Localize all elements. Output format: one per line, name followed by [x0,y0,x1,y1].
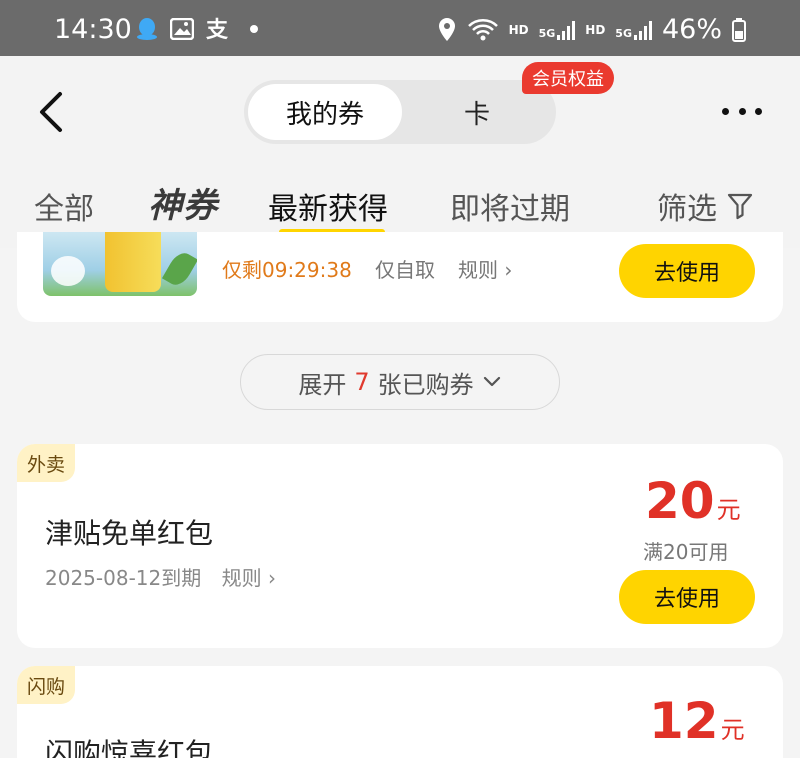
usage-condition: 满20可用 [643,540,729,564]
coupon-category-tag: 外卖 [17,444,76,482]
tab-all[interactable]: 全部 [34,184,94,228]
use-button[interactable]: 去使用 [619,244,755,298]
coupon-amount: 12 元 [649,692,745,750]
hd-label-1: HD [508,22,529,37]
funnel-icon [727,193,753,220]
amount-value: 20 [645,472,715,530]
more-dot [722,107,729,115]
gallery-icon [170,18,194,40]
pickup-only-label: 仅自取 [375,258,435,282]
expand-suffix: 张已购券 [377,370,474,399]
coupon-card[interactable]: 外卖 津贴免单红包 2025-08-12到期 规则 › 20 元 满20可用 去… [17,444,783,648]
vip-benefits-badge[interactable]: 会员权益 [522,62,614,94]
coupon-amount: 20 元 [645,472,741,530]
alipay-icon: 支 [206,18,229,41]
rules-link[interactable]: 规则 › [222,566,276,590]
chevron-left-icon [40,92,62,132]
status-right: HD 5G HD 5G 46% [437,14,746,45]
status-left-icons: 支 [136,17,260,41]
amount-unit: 元 [720,716,745,744]
wifi-icon [467,18,498,40]
product-thumbnail [43,232,197,296]
more-dot [755,107,762,115]
segment-control: 我的券 卡 [244,80,556,144]
amount-value: 12 [649,692,719,750]
filter-button[interactable]: 筛选 [657,184,753,228]
expand-purchased-button[interactable]: 展开 7 张已购券 [240,354,560,410]
coupon-card[interactable]: 闪购 闪购惊喜红包 12 元 [17,666,783,758]
expand-prefix: 展开 [298,370,347,399]
signal-icon: 5G [615,20,652,40]
segment-my-coupons[interactable]: 我的券 [248,84,402,140]
coupon-card-partial: 仅剩09:29:38 仅自取 规则 › 去使用 [17,232,783,322]
amount-unit: 元 [716,496,741,524]
coupon-title: 津贴免单红包 [45,517,214,550]
chevron-down-icon [483,376,500,387]
status-time: 14:30 [54,14,132,45]
more-button[interactable] [722,96,762,126]
signal-icon: 5G [539,20,576,40]
expand-count: 7 [354,368,370,396]
countdown-timer: 仅剩09:29:38 [222,258,352,282]
qq-icon [137,18,157,40]
coupon-expiry: 2025-08-12到期 规则 › [45,562,276,591]
status-bar: 14:30 支 HD 5G HD 5G 46% [0,0,800,56]
expiry-date: 2025-08-12到期 [45,566,202,590]
tab-shen-coupon[interactable]: 神券 [148,178,218,227]
coupon-category-tag: 闪购 [17,666,76,704]
back-button[interactable] [34,86,74,138]
use-button[interactable]: 去使用 [619,570,755,624]
tab-newest[interactable]: 最新获得 [268,184,388,228]
dot-icon [250,25,258,33]
battery-percent: 46% [661,14,722,45]
tab-expiring[interactable]: 即将过期 [450,184,570,228]
more-dot [738,107,746,115]
location-icon [438,17,455,41]
svg-text:支: 支 [206,18,229,41]
filter-label: 筛选 [657,192,717,227]
battery-icon [732,17,746,42]
coupon-title: 闪购惊喜红包 [45,737,214,758]
hd-label-2: HD [585,22,606,37]
rules-link[interactable]: 规则 › [458,254,512,283]
header: 我的券 卡 会员权益 全部 神券 最新获得 即将过期 筛选 [0,56,800,248]
